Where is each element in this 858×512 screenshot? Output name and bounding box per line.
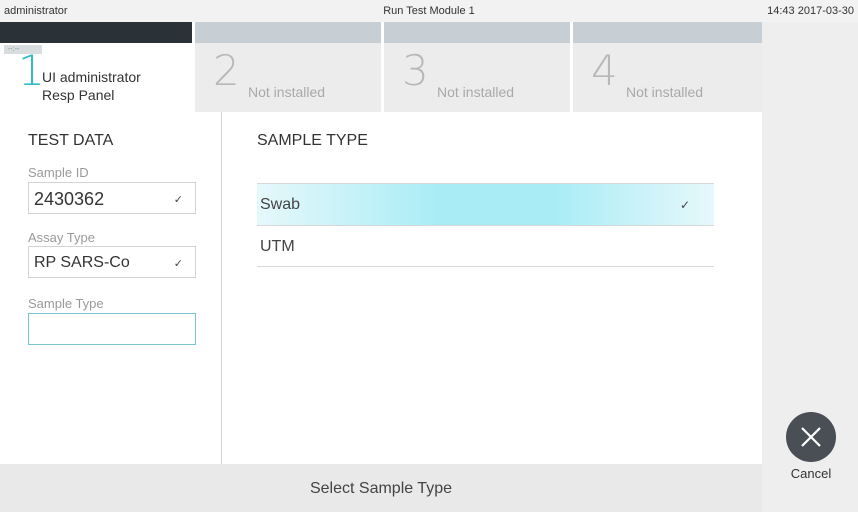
test-data-title: TEST DATA — [28, 132, 114, 149]
sample-type-field[interactable] — [28, 313, 196, 345]
close-icon — [786, 412, 836, 462]
tab-status-label: Not installed — [437, 84, 515, 100]
tab-number: 2 — [213, 46, 240, 95]
action-column: Cancel — [762, 22, 858, 512]
tab-number: 1 — [18, 46, 45, 95]
tab-module-4[interactable]: 4 Not installed — [573, 22, 762, 112]
test-data-panel: TEST DATA Sample ID 2430362 ✓ Assay Type… — [0, 112, 222, 464]
tab-module-3[interactable]: 3 Not installed — [384, 22, 570, 112]
tab-status-label: Not installed — [248, 84, 326, 100]
check-icon: ✓ — [173, 194, 183, 206]
assay-type-label: Assay Type — [28, 230, 95, 245]
window-title: Run Test Module 1 — [383, 5, 475, 17]
sample-id-field[interactable]: 2430362 ✓ — [28, 182, 196, 214]
check-icon: ✓ — [173, 258, 183, 270]
tab-status-label: Not installed — [626, 84, 704, 100]
sample-id-value: 2430362 — [34, 189, 105, 209]
assay-type-value: RP SARS-Co — [34, 254, 130, 271]
sample-type-title: SAMPLE TYPE — [257, 132, 368, 149]
status-bar: administrator Run Test Module 1 14:43 20… — [0, 0, 858, 22]
instruction-text: Select Sample Type — [309, 480, 452, 497]
option-label: UTM — [260, 238, 295, 255]
tab-user-label: UI administrator — [42, 69, 141, 85]
cancel-label: Cancel — [790, 466, 832, 481]
tab-number: 3 — [402, 46, 429, 95]
option-label: Swab — [260, 196, 301, 213]
assay-type-field[interactable]: RP SARS-Co ✓ — [28, 246, 196, 278]
check-icon: ✓ — [679, 198, 690, 212]
clock: 14:43 2017-03-30 — [767, 5, 854, 17]
tab-number: 4 — [591, 46, 618, 95]
sample-type-panel: SAMPLE TYPE Swab ✓ UTM — [223, 112, 762, 464]
option-swab[interactable]: Swab ✓ — [257, 183, 714, 225]
instruction-bar: Select Sample Type — [0, 464, 762, 512]
tab-module-1[interactable]: --:-- 1 UI administrator Resp Panel — [0, 22, 192, 112]
module-tabs: --:-- 1 UI administrator Resp Panel 2 No… — [0, 22, 762, 112]
cancel-button[interactable]: Cancel — [784, 412, 838, 492]
sample-type-label: Sample Type — [28, 296, 104, 311]
tab-module-2[interactable]: 2 Not installed — [195, 22, 381, 112]
tab-assay-label: Resp Panel — [42, 87, 115, 103]
sample-id-label: Sample ID — [28, 165, 89, 180]
option-utm[interactable]: UTM — [257, 225, 714, 267]
